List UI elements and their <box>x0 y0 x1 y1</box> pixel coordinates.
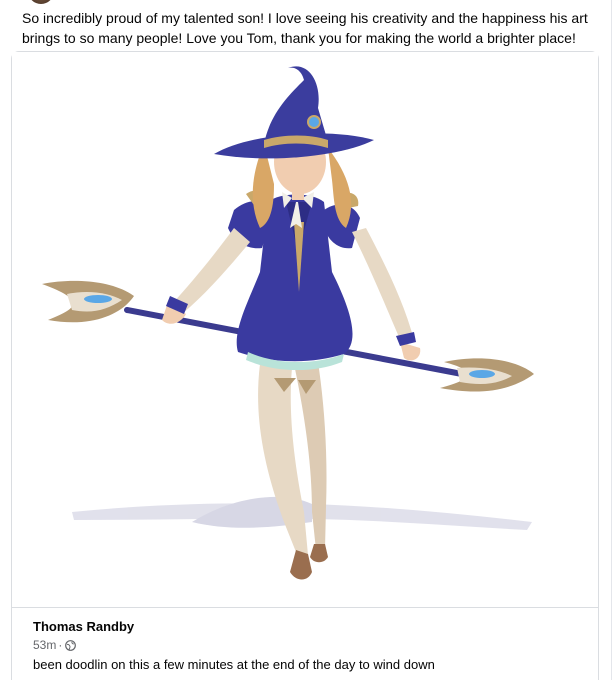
shared-post-author[interactable]: Thomas Randby <box>33 619 134 634</box>
legs <box>258 362 328 580</box>
witch-hat <box>214 66 374 159</box>
shared-post-text: been doodlin on this a few minutes at th… <box>33 657 435 672</box>
poster-avatar[interactable] <box>28 0 54 4</box>
facebook-post: So incredibly proud of my talented son! … <box>0 0 612 680</box>
shared-post-time[interactable]: 53m <box>33 638 56 652</box>
globe-icon[interactable] <box>65 639 77 651</box>
shared-post-card[interactable]: Thomas Randby 53m · been doodlin on this… <box>12 607 598 680</box>
shared-artwork-image[interactable] <box>12 52 598 607</box>
post-caption: So incredibly proud of my talented son! … <box>22 10 588 46</box>
meta-separator: · <box>58 638 63 652</box>
shared-post-meta: 53m · <box>33 638 77 652</box>
witch-character-illustration <box>42 66 534 580</box>
